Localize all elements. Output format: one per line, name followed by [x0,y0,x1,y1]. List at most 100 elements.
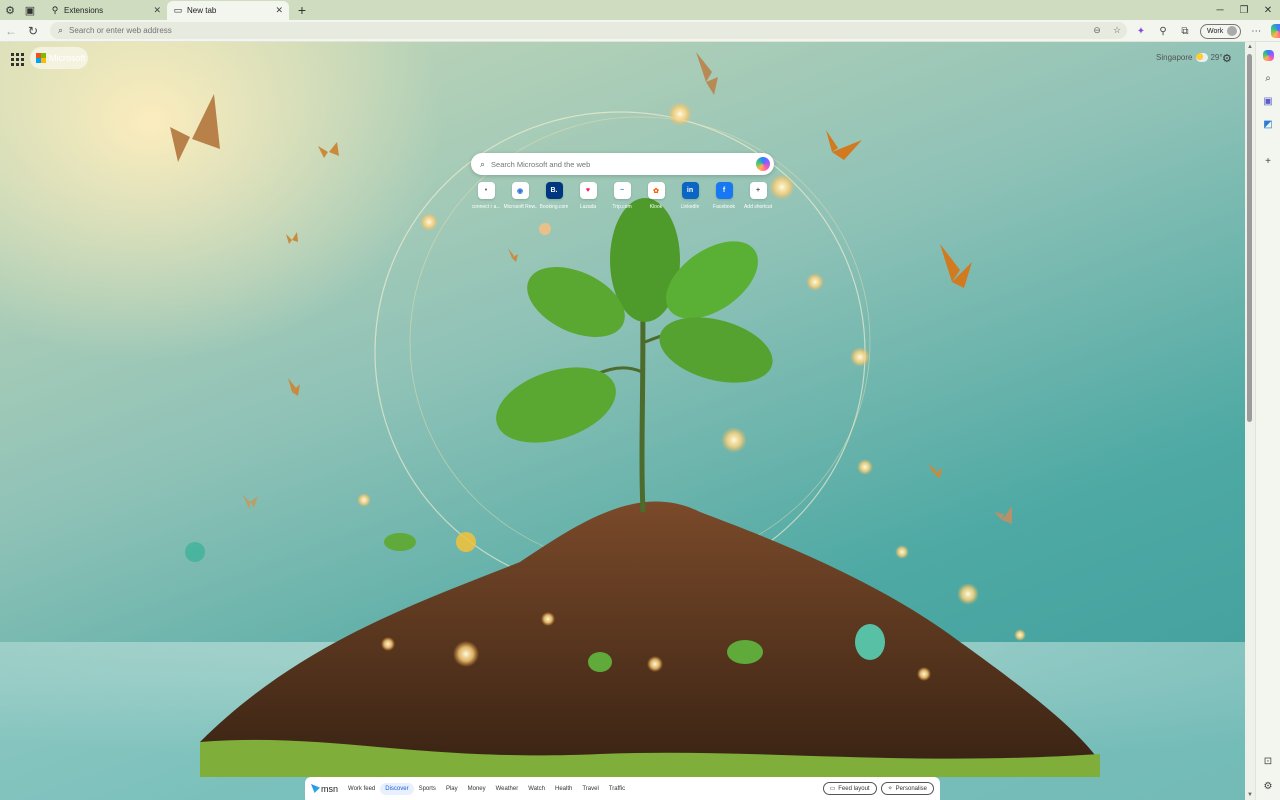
quick-link[interactable]: B. Booking.com [537,182,571,210]
feed-tab-money[interactable]: Money [468,786,486,792]
tab-strip: ⚙ ▣ ⚲ Extensions ✕ ▭ New tab ✕ + ─ ❐ ✕ [0,0,1280,20]
edge-sidebar: ⌕ ▣ ◩ + ⊡ ⚙ [1255,42,1280,800]
web-search-input[interactable] [491,159,756,169]
page-icon: ▭ [173,5,183,15]
close-tab-icon[interactable]: ✕ [153,5,161,16]
extension-icon[interactable]: ✦ [1130,20,1152,42]
quick-link-icon: ♥ [579,182,597,199]
feed-tab-weather[interactable]: Weather [496,786,519,792]
profile-button[interactable]: Work [1200,23,1242,39]
refresh-icon[interactable]: ↻ [22,20,44,42]
vertical-tabs-icon[interactable]: ▣ [20,0,40,20]
address-bar[interactable]: ⌕ ⊖ ☆ [50,22,1127,39]
sparkle-icon: ✧ [887,786,893,792]
quick-link-label: Trip.com [612,204,632,210]
weather-widget[interactable]: Singapore 29° [1156,53,1223,62]
avatar [1227,26,1238,36]
feed-tab-health[interactable]: Health [555,786,572,792]
window-controls: ─ ❐ ✕ [1208,0,1280,20]
weather-city: Singapore [1156,53,1193,62]
search-icon[interactable]: ⌕ [1256,67,1280,89]
favorite-star-icon[interactable]: ☆ [1107,25,1127,36]
microsoft-logo-icon [36,53,46,63]
address-input[interactable] [69,26,1087,35]
feed-tab-watch[interactable]: Watch [528,786,545,792]
search-icon: ⌕ [480,158,486,169]
search-icon: ⌕ [58,25,64,35]
quick-link[interactable]: ♥ Lazada [571,182,605,210]
scroll-down-icon[interactable]: ▼ [1245,790,1255,800]
scrollbar-thumb[interactable] [1247,54,1252,422]
minimize-icon[interactable]: ─ [1208,0,1232,20]
hide-sidebar-icon[interactable]: ⊡ [1256,750,1280,772]
quick-link[interactable]: f Facebook [707,182,741,210]
quick-link-label: Microsoft Rew... [503,204,537,210]
weather-temp: 29° [1210,53,1223,62]
quick-link-icon: ◉ [511,182,529,199]
layout-icon: ▭ [829,786,836,792]
translator-icon[interactable]: ◩ [1256,113,1280,135]
quick-link-label: Lazada [579,204,597,210]
close-tab-icon[interactable]: ✕ [275,5,283,16]
app-launcher-icon[interactable] [9,51,25,67]
add-app-icon[interactable]: + [1256,150,1280,172]
quick-link-icon: in [681,182,699,199]
feed-tab-play[interactable]: Play [446,786,458,792]
microsoft-account-button[interactable]: Microsoft [30,47,88,69]
new-tab-page: Microsoft Singapore 29° ⚙ ⌕ • connect r … [0,42,1245,800]
add-shortcut[interactable]: + Add shortcut [741,182,775,210]
quick-link-icon: • [477,182,495,199]
more-options-icon[interactable]: ⋯ [1245,20,1267,42]
quick-link[interactable]: ✿ Klook [639,182,673,210]
quick-link[interactable]: • connect r a... [469,182,503,210]
extensions-puzzle-icon[interactable]: ⚲ [1152,20,1174,42]
sidebar-settings-icon[interactable]: ⚙ [1256,775,1280,797]
scroll-up-icon[interactable]: ▲ [1245,42,1255,52]
close-window-icon[interactable]: ✕ [1256,0,1280,20]
web-search-box[interactable]: ⌕ [471,153,774,175]
news-feed-bar: msn Work feed Discover Sports Play Money… [305,777,940,800]
copilot-sidebar-icon[interactable] [1256,44,1280,66]
tab-new-tab[interactable]: ▭ New tab ✕ [167,1,289,20]
msn-logo[interactable]: msn [311,784,338,794]
copilot-icon [1262,49,1274,61]
feed-layout-button[interactable]: ▭ Feed layout [822,782,877,795]
butterfly-icon [311,784,320,793]
copilot-icon [1271,24,1280,38]
copilot-button[interactable] [1267,20,1280,42]
quick-link[interactable]: in LinkedIn [673,182,707,210]
quick-link-label: Add shortcut [743,204,773,210]
quick-link-icon: ~ [613,182,631,199]
quick-link[interactable]: ◉ Microsoft Rew... [503,182,537,210]
feed-actions: ▭ Feed layout ✧ Personalise [819,782,934,795]
teams-icon[interactable]: ▣ [1256,90,1280,112]
restore-icon[interactable]: ❐ [1232,0,1256,20]
back-icon[interactable]: ← [0,20,22,42]
quick-link-icon: ✿ [647,182,665,199]
page-scrollbar[interactable]: ▲ ▼ [1245,42,1255,800]
copilot-icon[interactable] [756,157,770,171]
feed-tab-travel[interactable]: Travel [582,786,598,792]
quick-link-label: Booking.com [539,204,569,210]
tab-label: New tab [187,6,217,15]
tab-extensions[interactable]: ⚲ Extensions ✕ [44,1,167,20]
quick-link[interactable]: ~ Trip.com [605,182,639,210]
profile-menu-icon[interactable]: ⚙ [0,0,20,20]
feed-tab-sports[interactable]: Sports [419,786,436,792]
plus-icon: + [749,182,767,199]
feed-tab-discover[interactable]: Discover [380,782,414,795]
profile-label: Work [1207,27,1224,35]
quick-link-label: Klook [649,204,663,210]
partly-cloudy-icon [1196,53,1209,62]
personalise-button[interactable]: ✧ Personalise [880,782,934,795]
new-tab-button[interactable]: + [293,1,311,19]
toolbar-actions: ✦ ⚲ ⧉ Work ⋯ [1130,20,1280,42]
feed-tab-work-feed[interactable]: Work feed [348,786,375,792]
page-settings-icon[interactable]: ⚙ [1222,52,1232,65]
collections-icon[interactable]: ⧉ [1174,20,1196,42]
zoom-icon[interactable]: ⊖ [1087,25,1107,36]
quick-links: • connect r a... ◉ Microsoft Rew... B. B… [469,182,775,210]
tab-label: Extensions [64,6,104,15]
feed-tab-traffic[interactable]: Traffic [609,786,625,792]
quick-link-icon: B. [545,182,563,199]
